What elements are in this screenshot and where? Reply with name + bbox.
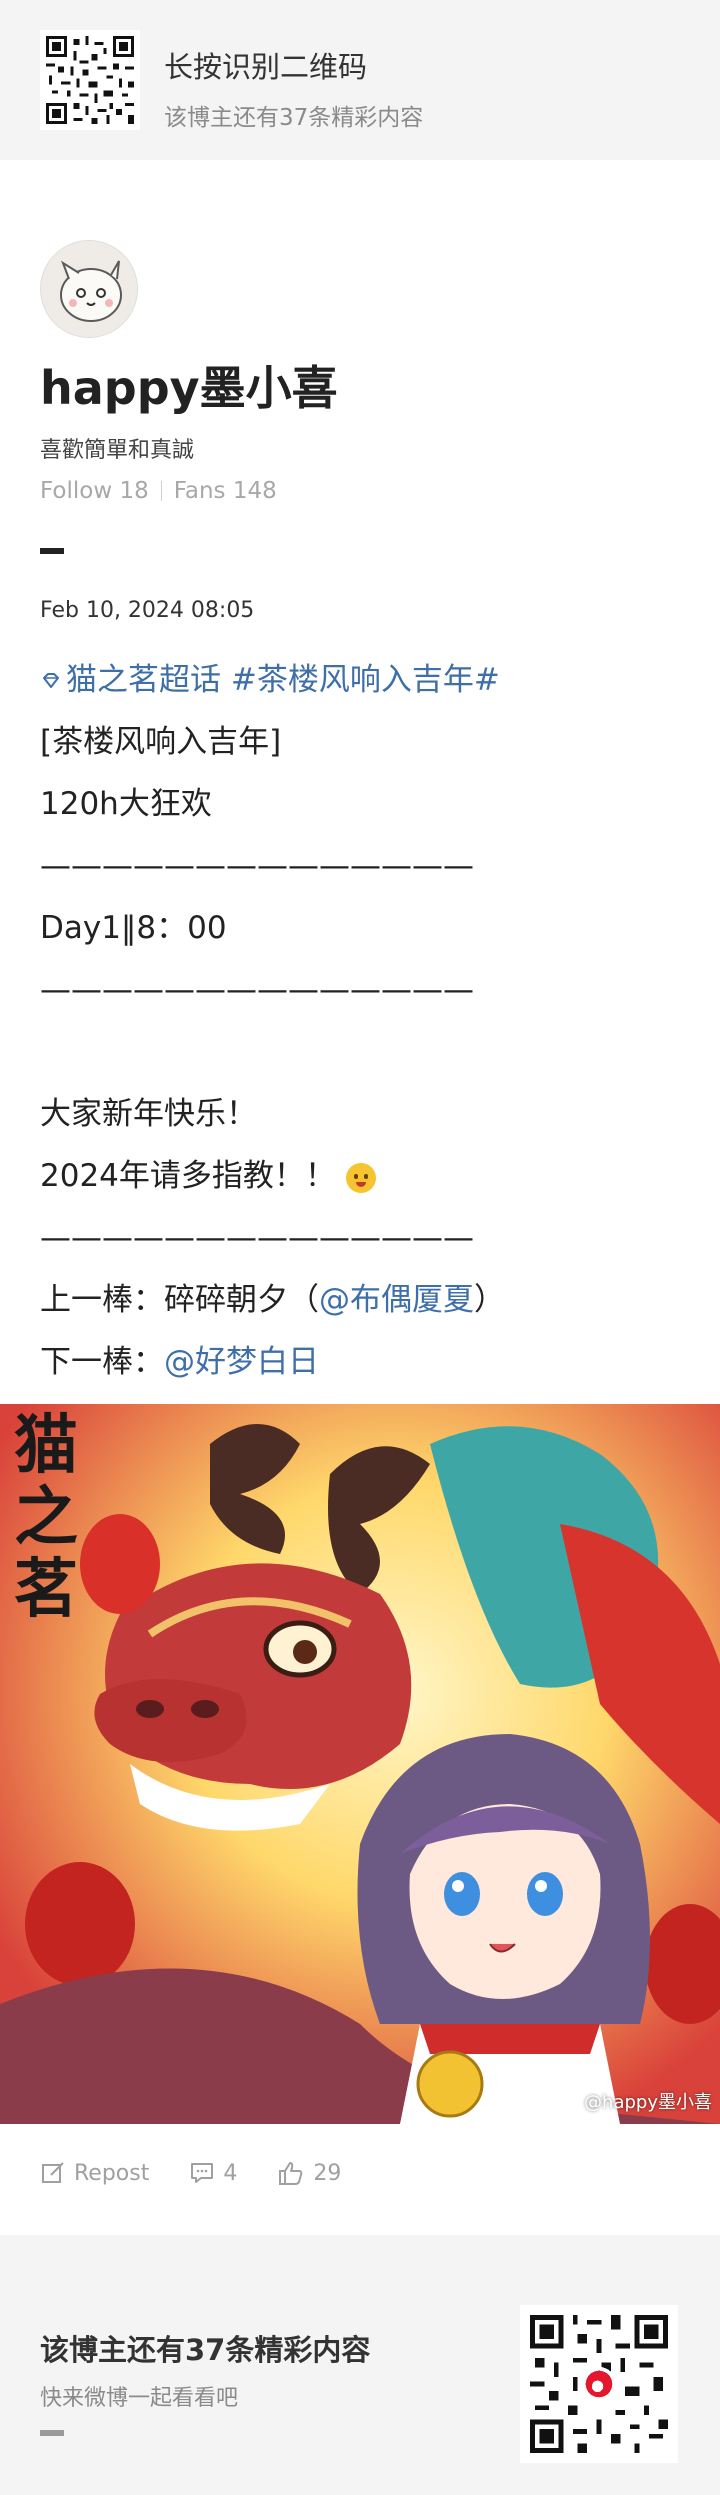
relay-next-label: 下一棒： (40, 1344, 164, 1380)
banner-title: 长按识别二维码 (164, 50, 368, 84)
like-count: 29 (313, 2160, 342, 2186)
thumbs-up-icon (279, 2162, 303, 2185)
hashtag-link[interactable]: #茶楼风响入吉年# (231, 662, 500, 698)
post-line: 120h大狂欢 (40, 786, 212, 822)
post-line (40, 1027, 690, 1089)
relay-prev: 上一棒：碎碎朝夕（@布偶厦夏） (40, 1275, 690, 1337)
repost-label: Repost (74, 2160, 150, 2186)
post-body: 猫之茗超话 #茶楼风响入吉年# [茶楼风响入吉年] 120h大狂欢 ——————… (40, 655, 690, 1399)
user-stats: Follow 18 Fans 148 (40, 478, 277, 504)
image-logo-text: 猫之茗 (14, 1408, 78, 1627)
bottom-divider (40, 2430, 64, 2436)
follow-count[interactable]: Follow 18 (40, 478, 149, 504)
bottom-banner: 该博主还有37条精彩内容 快来微博一起看看吧 (0, 2235, 720, 2495)
image-watermark: @happy墨小喜 (584, 2092, 712, 2113)
post-image[interactable]: 猫之茗 @happy墨小喜 (0, 1404, 720, 2124)
post-line: —————————————— (40, 1220, 474, 1256)
smile-emoji-icon (345, 1162, 376, 1193)
post-line: —————————————— (40, 848, 474, 884)
post-line: 大家新年快乐！ (40, 1096, 257, 1132)
repost-button[interactable]: Repost (40, 2160, 149, 2186)
bottom-banner-title: 该博主还有37条精彩内容 (40, 2333, 371, 2367)
qr-code-icon[interactable] (40, 30, 140, 130)
comment-button[interactable]: 4 (189, 2160, 237, 2186)
repost-icon (42, 2162, 64, 2183)
post-line-with-emoji: 2024年请多指教！！ (40, 1151, 690, 1213)
user-bio: 喜歡簡單和真誠 (40, 438, 195, 463)
like-button[interactable]: 29 (277, 2160, 341, 2186)
stats-divider (160, 481, 162, 501)
super-topic-icon (40, 657, 62, 707)
comment-count: 4 (223, 2160, 238, 2186)
post-line: [茶楼风响入吉年] (40, 724, 282, 760)
post-line: —————————————— (40, 972, 474, 1008)
banner-subtitle: 该博主还有37条精彩内容 (164, 105, 424, 131)
post-date: Feb 10, 2024 08:05 (40, 598, 255, 623)
super-topic-link[interactable]: 猫之茗超话 (66, 662, 221, 698)
relay-prev-label: 上一棒：碎碎朝夕（ (40, 1282, 319, 1318)
avatar[interactable] (40, 240, 138, 338)
mention-link[interactable]: @好梦白日 (164, 1344, 319, 1380)
section-divider (40, 548, 64, 554)
comment-icon (191, 2163, 214, 2183)
fans-count[interactable]: Fans 148 (174, 478, 277, 504)
post-topics: 猫之茗超话 #茶楼风响入吉年# (40, 655, 690, 717)
username[interactable]: happy墨小喜 (40, 352, 338, 418)
bottom-banner-subtitle: 快来微博一起看看吧 (40, 2386, 239, 2411)
mention-link[interactable]: @布偶厦夏 (319, 1282, 474, 1318)
qr-code-large-icon[interactable] (520, 2305, 678, 2463)
relay-prev-close: ） (474, 1282, 505, 1318)
top-qr-banner: 长按识别二维码 该博主还有37条精彩内容 (0, 0, 720, 160)
post-line: Day1‖8：00 (40, 910, 227, 946)
post-actions: Repost 4 29 (40, 2160, 381, 2186)
relay-next: 下一棒：@好梦白日 (40, 1337, 690, 1399)
post-line: 2024年请多指教！！ (40, 1158, 336, 1194)
